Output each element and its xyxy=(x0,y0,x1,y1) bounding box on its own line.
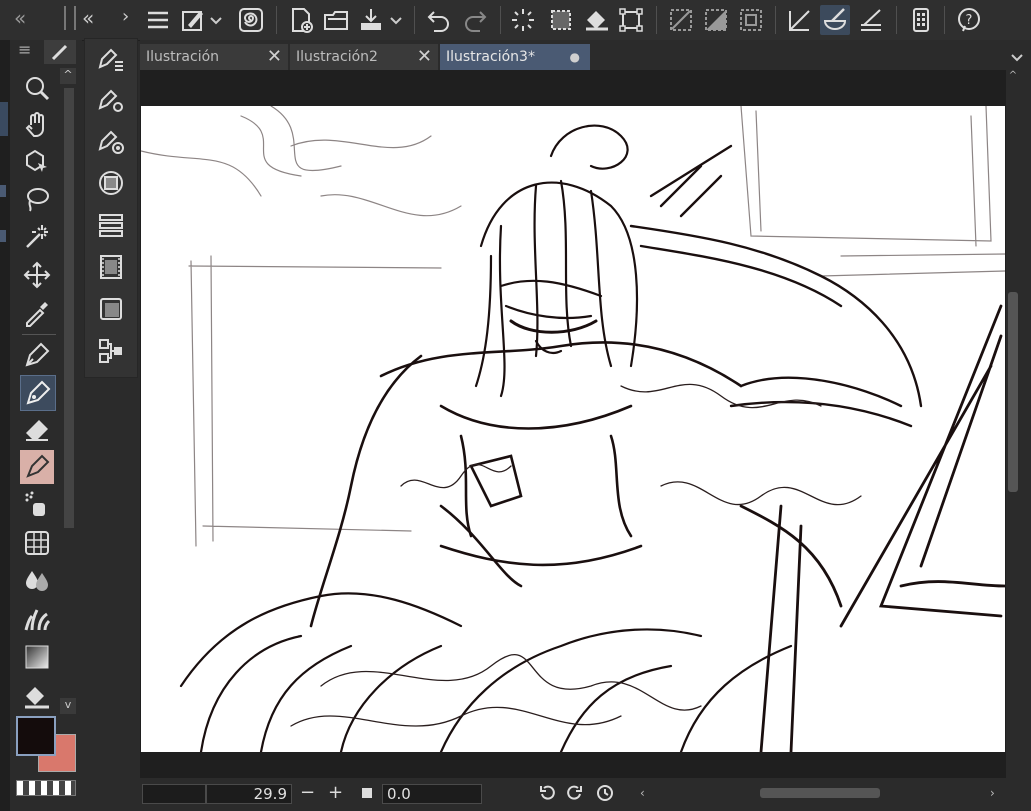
deselect-icon[interactable] xyxy=(666,5,696,35)
fit-square-icon[interactable] xyxy=(362,788,372,798)
ruler-pen-icon[interactable] xyxy=(820,5,850,35)
ruler-line-icon[interactable] xyxy=(856,5,886,35)
status-bar: 29.9 − + 0.0 ‹ › xyxy=(140,780,1031,811)
node-icon[interactable] xyxy=(93,333,129,369)
tool-scrollbar[interactable] xyxy=(64,88,74,528)
subtool-panel xyxy=(84,38,138,378)
main-toolbar: « « › ? xyxy=(0,0,1031,41)
window-icon[interactable] xyxy=(93,291,129,327)
pen-settings-icon[interactable] xyxy=(93,82,129,118)
eraser-icon[interactable] xyxy=(20,413,54,447)
pen-list-icon[interactable] xyxy=(93,41,129,77)
zoom-in-button[interactable]: + xyxy=(328,782,343,803)
lasso-icon[interactable] xyxy=(20,182,54,216)
panel-menu-icon[interactable]: ≡ xyxy=(18,40,31,59)
tab-label: Ilustración xyxy=(146,49,220,65)
svg-text:?: ? xyxy=(966,13,973,28)
reset-rotation-icon[interactable] xyxy=(596,784,614,806)
loading-icon[interactable] xyxy=(508,5,538,35)
tab-ilustracion3[interactable]: Ilustración3* ● xyxy=(440,44,590,70)
rotate-left-icon[interactable] xyxy=(538,784,556,806)
circle-square-icon[interactable] xyxy=(93,165,129,201)
tool-tab-brush-icon[interactable] xyxy=(44,40,76,64)
brush-icon[interactable] xyxy=(20,450,54,484)
open-folder-icon[interactable] xyxy=(321,5,351,35)
magic-wand-icon[interactable] xyxy=(20,219,54,253)
redo-icon[interactable] xyxy=(460,5,490,35)
tab-label: Ilustración2 xyxy=(296,49,378,65)
spray-icon[interactable] xyxy=(20,488,54,522)
scroll-down-icon[interactable]: v xyxy=(60,698,76,714)
ruler-icon[interactable] xyxy=(785,5,815,35)
menu-icon[interactable] xyxy=(143,5,173,35)
tab-ilustracion[interactable]: Ilustración ✕ xyxy=(140,44,288,70)
pencil-icon[interactable] xyxy=(20,375,56,411)
tab-menu-icon[interactable] xyxy=(1010,48,1024,67)
tab-label: Ilustración3* xyxy=(446,49,535,65)
new-canvas-icon[interactable] xyxy=(286,5,316,35)
gradient-icon[interactable] xyxy=(20,640,54,674)
brush-settings-icon[interactable] xyxy=(178,5,208,35)
tool-panel: ≡ ^ v xyxy=(10,40,82,811)
export-dropdown-icon[interactable] xyxy=(388,5,404,35)
zoom-icon[interactable] xyxy=(20,71,54,105)
vertical-scroll-thumb[interactable] xyxy=(1008,292,1018,492)
fill-icon[interactable] xyxy=(582,5,612,35)
left-edge-strip xyxy=(0,40,10,811)
rotate-right-icon[interactable] xyxy=(566,784,584,806)
horizontal-scroll-thumb[interactable] xyxy=(760,788,880,798)
document-tabs: Ilustración ✕ Ilustración2 ✕ Ilustración… xyxy=(140,40,1031,70)
pen-target-icon[interactable] xyxy=(93,123,129,159)
scroll-up-arrow-icon[interactable]: ^ xyxy=(1006,70,1020,86)
pen-icon[interactable] xyxy=(20,338,54,372)
dropdown-icon[interactable] xyxy=(208,5,224,35)
close-icon[interactable]: ✕ xyxy=(417,46,432,67)
object-select-icon[interactable] xyxy=(20,145,54,179)
zoom-level-field[interactable]: 29.9 xyxy=(206,784,292,804)
move-icon[interactable] xyxy=(20,258,54,292)
hand-icon[interactable] xyxy=(20,108,54,142)
vertical-scrollbar[interactable]: ^ xyxy=(1006,70,1020,778)
collapse-panel-icon[interactable]: « xyxy=(82,6,94,30)
tab-ilustracion2[interactable]: Ilustración2 ✕ xyxy=(290,44,438,70)
zoom-out-button[interactable]: − xyxy=(300,782,315,803)
layers-list-icon[interactable] xyxy=(93,207,129,243)
main-color-swatch[interactable] xyxy=(16,716,56,756)
rotation-field[interactable]: 0.0 xyxy=(382,784,482,804)
drawing-canvas[interactable] xyxy=(140,105,1007,754)
sketch-drawing xyxy=(140,105,1007,754)
expand-panel-icon[interactable]: › xyxy=(122,6,129,27)
device-icon[interactable] xyxy=(906,5,936,35)
undo-icon[interactable] xyxy=(424,5,454,35)
transparent-color-icon[interactable] xyxy=(16,780,76,796)
help-icon[interactable]: ? xyxy=(954,5,984,35)
collapse-left-icon[interactable]: « xyxy=(14,6,26,30)
spiral-icon[interactable] xyxy=(236,5,266,35)
grass-icon[interactable] xyxy=(20,602,54,636)
status-empty-field xyxy=(142,784,206,804)
select-all-icon[interactable] xyxy=(546,5,576,35)
bucket-icon[interactable] xyxy=(20,680,54,714)
selection-border-icon[interactable] xyxy=(736,5,766,35)
grid-icon[interactable] xyxy=(20,526,54,560)
export-icon[interactable] xyxy=(356,5,386,35)
scroll-up-icon[interactable]: ^ xyxy=(60,68,76,84)
scroll-left-arrow-icon[interactable]: ‹ xyxy=(640,786,650,800)
panel-grip-icon[interactable] xyxy=(64,6,76,30)
eyedropper-icon[interactable] xyxy=(20,296,54,330)
transform-icon[interactable] xyxy=(616,5,646,35)
invert-selection-icon[interactable] xyxy=(701,5,731,35)
close-icon[interactable]: ✕ xyxy=(267,46,282,67)
unsaved-dot-icon[interactable]: ● xyxy=(570,50,580,64)
film-icon[interactable] xyxy=(93,249,129,285)
scroll-right-arrow-icon[interactable]: › xyxy=(990,786,1000,800)
water-drop-icon[interactable] xyxy=(20,564,54,598)
